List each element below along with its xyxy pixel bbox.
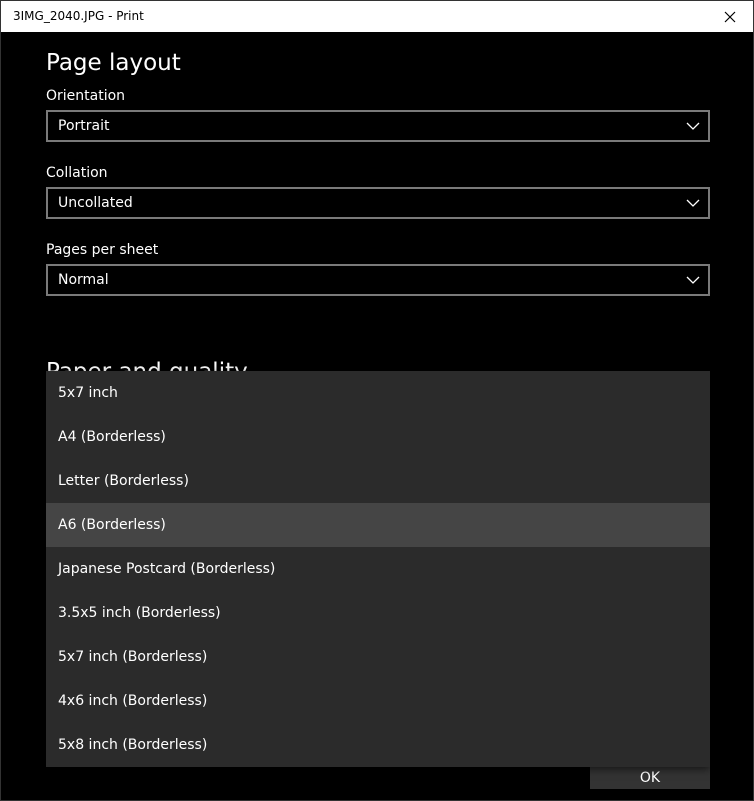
window-title: 3IMG_2040.JPG - Print — [13, 9, 144, 23]
print-dialog-window: 3IMG_2040.JPG - Print Page layout Orient… — [0, 0, 754, 801]
title-bar: 3IMG_2040.JPG - Print — [1, 1, 753, 32]
paper-size-dropdown-list[interactable]: 5x7 inch A4 (Borderless) Letter (Borderl… — [46, 371, 710, 767]
dropdown-item[interactable]: Japanese Postcard (Borderless) — [46, 547, 710, 591]
chevron-down-icon — [686, 199, 700, 207]
dropdown-item[interactable]: 5x7 inch — [46, 371, 710, 415]
close-icon — [724, 11, 736, 22]
ok-button-label: OK — [639, 770, 661, 786]
paper-quality-heading: Paper and quality — [46, 359, 248, 372]
orientation-label: Orientation — [46, 88, 126, 104]
dropdown-item[interactable]: 5x8 inch (Borderless) — [46, 723, 710, 767]
chevron-down-icon — [686, 276, 700, 284]
pages-per-sheet-label: Pages per sheet — [46, 242, 159, 258]
pages-per-sheet-value: Normal — [58, 272, 109, 288]
dropdown-item[interactable]: 3.5x5 inch (Borderless) — [46, 591, 710, 635]
orientation-select[interactable]: Portrait — [46, 110, 710, 142]
collation-label: Collation — [46, 165, 108, 181]
orientation-value: Portrait — [58, 118, 110, 134]
dropdown-item[interactable]: Letter (Borderless) — [46, 459, 710, 503]
dropdown-item[interactable]: A4 (Borderless) — [46, 415, 710, 459]
collation-value: Uncollated — [58, 195, 133, 211]
dialog-content: Page layout Orientation Portrait Collati… — [1, 32, 753, 800]
collation-select[interactable]: Uncollated — [46, 187, 710, 219]
paper-quality-heading-clip: Paper and quality — [46, 358, 346, 372]
dropdown-item[interactable]: 5x7 inch (Borderless) — [46, 635, 710, 679]
pages-per-sheet-select[interactable]: Normal — [46, 264, 710, 296]
dropdown-item-highlighted[interactable]: A6 (Borderless) — [46, 503, 710, 547]
ok-button[interactable]: OK — [590, 767, 710, 789]
chevron-down-icon — [686, 122, 700, 130]
page-layout-heading: Page layout — [46, 50, 181, 76]
close-button[interactable] — [707, 1, 753, 32]
dropdown-item[interactable]: 4x6 inch (Borderless) — [46, 679, 710, 723]
